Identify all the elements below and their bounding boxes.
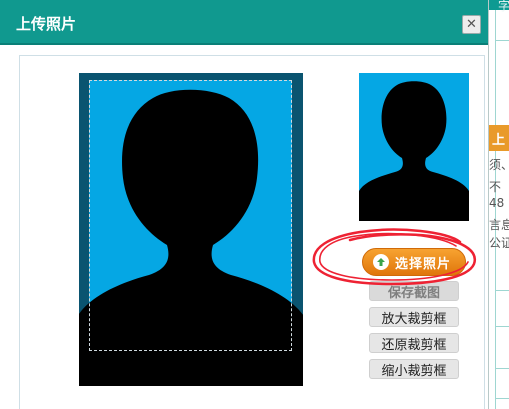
dialog-title: 上传照片 <box>16 15 77 33</box>
close-icon: ✕ <box>466 17 477 32</box>
background-divider <box>495 290 509 291</box>
preview-portrait-image <box>359 81 469 221</box>
background-text-fragment: 公证 <box>489 236 509 250</box>
upload-arrow-icon <box>373 254 389 270</box>
restore-crop-button[interactable]: 还原裁剪框 <box>369 333 459 353</box>
dialog-titlebar[interactable]: 上传照片 ✕ <box>0 0 488 45</box>
background-divider <box>495 398 509 399</box>
crop-image-area[interactable] <box>79 73 303 386</box>
save-crop-button[interactable]: 保存截图 <box>369 281 459 301</box>
choose-photo-button[interactable]: 选择照片 <box>362 248 466 276</box>
background-orange-tab-label: 上 <box>492 133 506 148</box>
crop-selection-frame[interactable] <box>89 80 292 351</box>
enlarge-crop-button[interactable]: 放大裁剪框 <box>369 307 459 327</box>
shrink-crop-button[interactable]: 缩小裁剪框 <box>369 359 459 379</box>
background-page: 字 上 须、 不 48 言息 公证 <box>486 0 509 409</box>
background-text-fragment: 48 <box>489 196 505 210</box>
upload-photo-dialog: 上传照片 ✕ 选择照片 保存截图 放大裁剪框 还原裁剪框 缩小裁剪框 <box>0 0 489 409</box>
close-button[interactable]: ✕ <box>462 15 481 34</box>
background-divider <box>495 368 509 369</box>
background-orange-tab[interactable]: 上 <box>486 125 509 151</box>
photo-preview <box>359 73 469 221</box>
background-divider <box>495 326 509 327</box>
background-text-fragment: 不 <box>489 180 502 194</box>
background-header-char: 字 <box>498 0 509 13</box>
background-text-fragment: 须、 <box>489 158 509 172</box>
choose-photo-label: 选择照片 <box>395 256 452 272</box>
background-divider <box>495 40 509 41</box>
background-text-fragment: 言息 <box>489 218 509 232</box>
